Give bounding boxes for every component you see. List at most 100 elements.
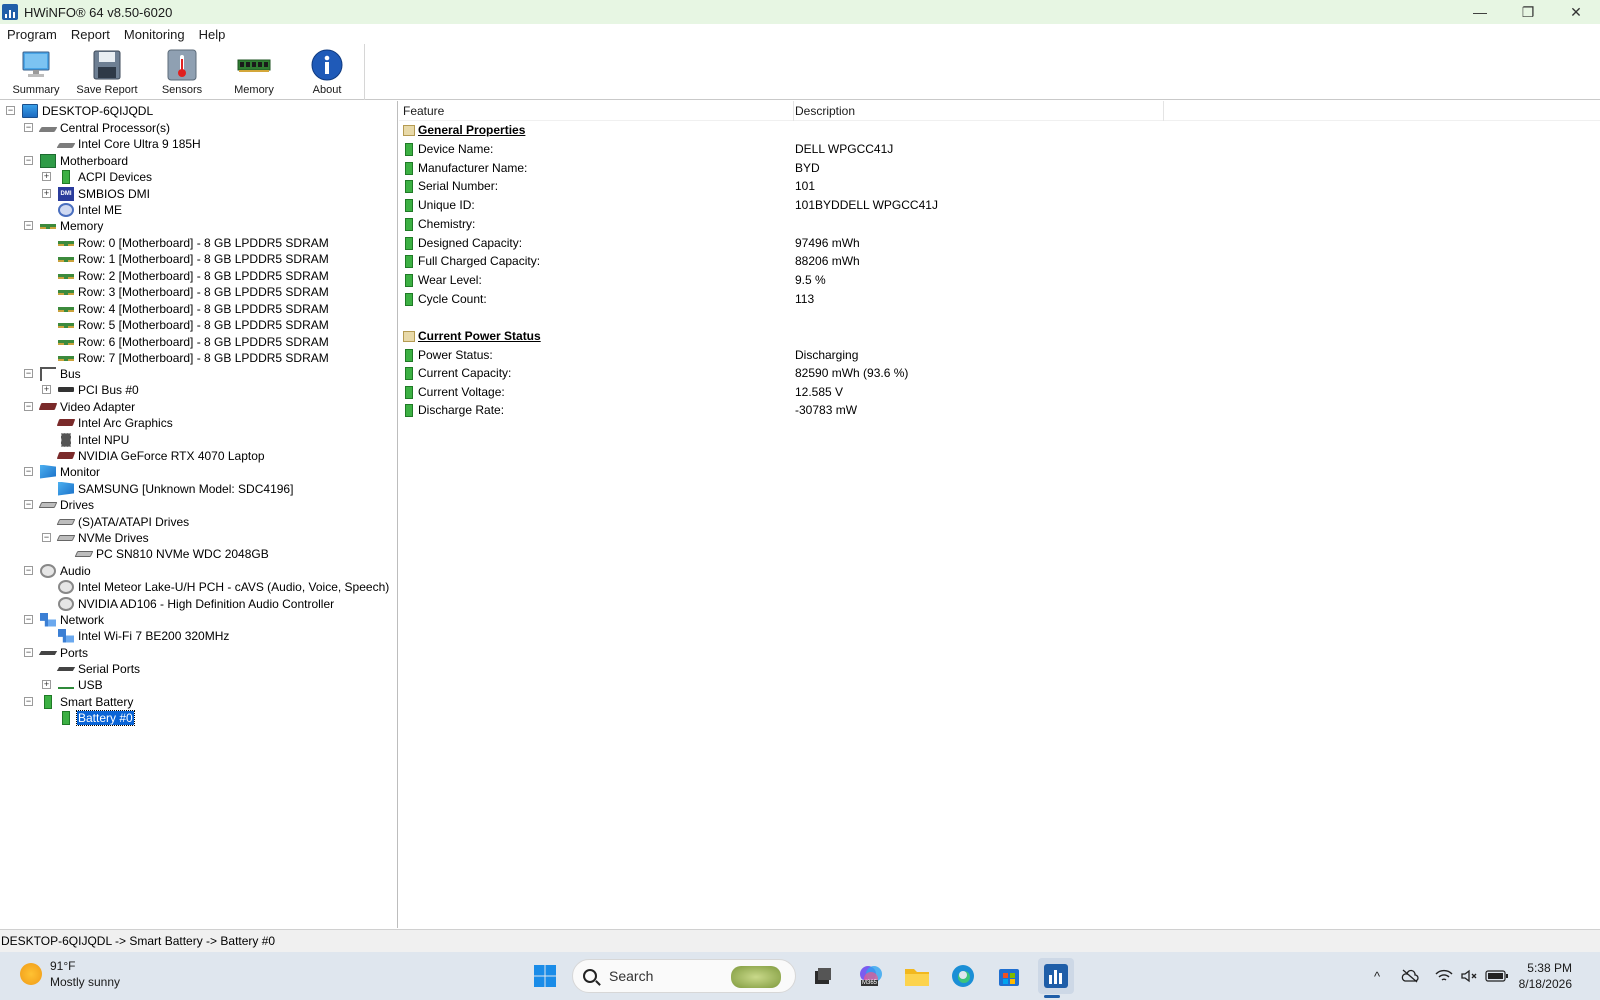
tree-item-drives[interactable]: − Drives <box>24 496 95 513</box>
description-column-header[interactable]: Description <box>795 104 855 118</box>
task-view-button[interactable] <box>807 960 839 992</box>
tree-item-nvme[interactable]: − NVMe Drives <box>42 529 150 546</box>
expand-toggle[interactable]: + <box>42 172 51 181</box>
column-divider[interactable] <box>793 101 794 121</box>
property-row[interactable]: Power Status: Discharging <box>399 346 1600 364</box>
property-row[interactable]: Manufacturer Name: BYD <box>399 159 1600 177</box>
property-row[interactable]: Chemistry: <box>399 215 1600 233</box>
property-row[interactable]: Serial Number: 101 <box>399 177 1600 195</box>
property-row[interactable]: Current Capacity: 82590 mWh (93.6 %) <box>399 364 1600 382</box>
hwinfo-taskbar-button[interactable] <box>1038 958 1074 994</box>
tray-overflow-button[interactable]: ^ <box>1367 966 1387 986</box>
section-row-general[interactable]: General Properties <box>399 121 1600 139</box>
collapse-toggle[interactable]: − <box>24 123 33 132</box>
tree-item-audio[interactable]: − Audio <box>24 562 92 579</box>
property-row[interactable]: Cycle Count: 113 <box>399 290 1600 308</box>
about-button[interactable]: About <box>291 48 363 100</box>
tree-item-nv-audio[interactable]: NVIDIA AD106 - High Definition Audio Con… <box>58 595 335 612</box>
memory-button[interactable]: Memory <box>218 48 290 100</box>
collapse-toggle[interactable]: − <box>24 156 33 165</box>
sensors-button[interactable]: Sensors <box>146 48 218 100</box>
volume-muted-icon[interactable] <box>1459 966 1479 986</box>
property-row[interactable]: Unique ID: 101BYDDELL WPGCC41J <box>399 196 1600 214</box>
tree-item-monitor[interactable]: − Monitor <box>24 463 101 480</box>
tree-item-memory-row[interactable]: Row: 1 [Motherboard] - 8 GB LPDDR5 SDRAM <box>58 250 330 267</box>
tree-item-intel-me[interactable]: Intel ME <box>58 201 123 218</box>
column-divider[interactable] <box>1163 101 1164 121</box>
collapse-toggle[interactable]: − <box>24 697 33 706</box>
collapse-toggle[interactable]: − <box>42 533 51 542</box>
expand-toggle[interactable]: + <box>42 385 51 394</box>
wifi-icon[interactable] <box>1434 966 1454 986</box>
tree-item-arc[interactable]: Intel Arc Graphics <box>56 414 174 431</box>
tree-item-sata[interactable]: (S)ATA/ATAPI Drives <box>56 513 190 530</box>
tree-item-npu[interactable]: Intel NPU <box>58 431 130 448</box>
tree-item-samsung[interactable]: SAMSUNG [Unknown Model: SDC4196] <box>58 480 294 497</box>
tree-item-central-processors[interactable]: − Central Processor(s) <box>24 119 171 136</box>
taskbar-search[interactable]: Search <box>572 959 796 993</box>
tree-item-motherboard[interactable]: − Motherboard <box>24 152 129 169</box>
collapse-toggle[interactable]: − <box>24 566 33 575</box>
tree-item-smbios[interactable]: + DMI SMBIOS DMI <box>42 185 151 202</box>
weather-widget[interactable]: 91°F Mostly sunny <box>20 958 120 990</box>
tree-item-memory[interactable]: − Memory <box>24 217 104 234</box>
tree-item-memory-row[interactable]: Row: 4 [Motherboard] - 8 GB LPDDR5 SDRAM <box>58 300 330 317</box>
tree-item-bus[interactable]: − Bus <box>24 365 82 382</box>
tree-item-ssd[interactable]: PC SN810 NVMe WDC 2048GB <box>74 545 270 562</box>
microsoft-store-button[interactable] <box>993 960 1025 992</box>
tree-item-smart-battery[interactable]: − Smart Battery <box>24 693 134 710</box>
tree-item-memory-row[interactable]: Row: 0 [Motherboard] - 8 GB LPDDR5 SDRAM <box>58 234 330 251</box>
tree-item-acpi[interactable]: + ACPI Devices <box>42 168 153 185</box>
tree-item-pch-audio[interactable]: Intel Meteor Lake-U/H PCH - cAVS (Audio,… <box>58 578 390 595</box>
restore-button[interactable]: ❐ <box>1504 0 1552 24</box>
feature-column-header[interactable]: Feature <box>403 104 444 118</box>
property-row[interactable]: Current Voltage: 12.585 V <box>399 383 1600 401</box>
tree-item-battery0[interactable]: Battery #0 <box>58 709 135 726</box>
property-row[interactable]: Full Charged Capacity: 88206 mWh <box>399 252 1600 270</box>
collapse-toggle[interactable]: − <box>24 615 33 624</box>
tree-item-serial[interactable]: Serial Ports <box>56 660 141 677</box>
tree-item-wifi[interactable]: Intel Wi-Fi 7 BE200 320MHz <box>58 627 230 644</box>
tree-item-memory-row[interactable]: Row: 7 [Motherboard] - 8 GB LPDDR5 SDRAM <box>58 349 330 366</box>
collapse-toggle[interactable]: − <box>24 467 33 476</box>
tree-item-video-adapter[interactable]: − Video Adapter <box>24 398 136 415</box>
collapse-toggle[interactable]: − <box>24 500 33 509</box>
expand-toggle[interactable]: + <box>42 680 51 689</box>
collapse-toggle[interactable]: − <box>24 369 33 378</box>
collapse-toggle[interactable]: − <box>24 221 33 230</box>
tree-item-memory-row[interactable]: Row: 3 [Motherboard] - 8 GB LPDDR5 SDRAM <box>58 283 330 300</box>
battery-tray-icon[interactable] <box>1484 966 1510 986</box>
tree-item-usb[interactable]: + USB <box>42 676 104 693</box>
property-row[interactable]: Discharge Rate: -30783 mW <box>399 401 1600 419</box>
expand-toggle[interactable]: + <box>42 189 51 198</box>
menu-help[interactable]: Help <box>192 27 233 42</box>
tree-item-network[interactable]: − Network <box>24 611 105 628</box>
tree-item-pci-bus[interactable]: + PCI Bus #0 <box>42 381 140 398</box>
file-explorer-button[interactable] <box>901 960 933 992</box>
menu-report[interactable]: Report <box>64 27 117 42</box>
tree-item-memory-row[interactable]: Row: 5 [Motherboard] - 8 GB LPDDR5 SDRAM <box>58 316 330 333</box>
tree-item-nvidia-gpu[interactable]: NVIDIA GeForce RTX 4070 Laptop <box>56 447 266 464</box>
save-report-button[interactable]: Save Report <box>71 48 143 100</box>
tree-root[interactable]: − DESKTOP-6QIJQDL <box>6 102 154 119</box>
collapse-toggle[interactable]: − <box>6 106 15 115</box>
section-row-power[interactable]: Current Power Status <box>399 327 1600 345</box>
copilot-m365-button[interactable]: M365 <box>855 960 887 992</box>
minimize-button[interactable]: — <box>1456 0 1504 24</box>
tree-item-memory-row[interactable]: Row: 2 [Motherboard] - 8 GB LPDDR5 SDRAM <box>58 267 330 284</box>
start-button[interactable] <box>529 960 561 992</box>
property-row[interactable]: Device Name: DELL WPGCC41J <box>399 140 1600 158</box>
onedrive-offline-icon[interactable] <box>1400 966 1420 986</box>
property-row[interactable]: Wear Level: 9.5 % <box>399 271 1600 289</box>
menu-monitoring[interactable]: Monitoring <box>117 27 192 42</box>
tree-item-ports[interactable]: − Ports <box>24 644 89 661</box>
collapse-toggle[interactable]: − <box>24 648 33 657</box>
edge-browser-button[interactable] <box>947 960 979 992</box>
property-row[interactable]: Designed Capacity: 97496 mWh <box>399 234 1600 252</box>
tree-item-cpu0[interactable]: Intel Core Ultra 9 185H <box>56 135 202 152</box>
close-button[interactable]: ✕ <box>1552 0 1600 24</box>
tree-item-memory-row[interactable]: Row: 6 [Motherboard] - 8 GB LPDDR5 SDRAM <box>58 333 330 350</box>
system-clock[interactable]: 5:38 PM 8/18/2026 <box>1519 960 1572 992</box>
menu-program[interactable]: Program <box>0 27 64 42</box>
summary-button[interactable]: Summary <box>0 48 72 100</box>
